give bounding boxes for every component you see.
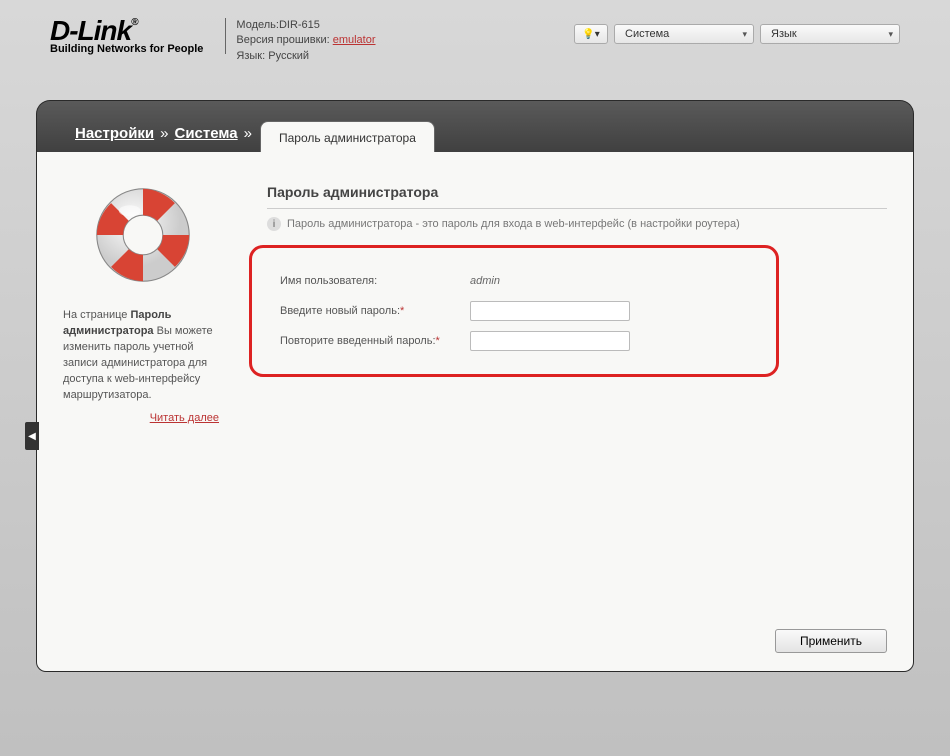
read-more-link[interactable]: Читать далее [63, 412, 223, 424]
row-username: Имя пользователя: admin [280, 266, 732, 296]
new-password-label: Введите новый пароль:* [280, 305, 470, 317]
sidebar-help-text: На странице Пароль администратора Вы мож… [63, 308, 223, 404]
section-divider [267, 208, 887, 209]
info-icon: i [267, 217, 281, 231]
system-dropdown[interactable]: Система ▾ [614, 24, 754, 44]
logo-text: D-Link® [50, 18, 203, 43]
main-panel: Настройки » Система » Пароль администрат… [36, 100, 914, 672]
repeat-password-input[interactable] [470, 331, 630, 351]
breadcrumb-system[interactable]: Система [174, 125, 237, 142]
apply-button[interactable]: Применить [775, 629, 887, 653]
panel-body: ◀ На странице Пароль администр [36, 152, 914, 672]
hint-toggle-button[interactable]: 💡 ▾ [574, 24, 608, 44]
breadcrumb: Настройки » Система » [75, 125, 252, 142]
hint-text: Пароль администратора - это пароль для в… [287, 218, 740, 230]
section-title: Пароль администратора [267, 184, 887, 200]
chevron-down-icon: ▾ [595, 29, 600, 40]
hint-row: i Пароль администратора - это пароль для… [267, 217, 887, 231]
new-password-input[interactable] [470, 301, 630, 321]
logo-block: D-Link® Building Networks for People Мод… [50, 18, 376, 64]
username-label: Имя пользователя: [280, 275, 470, 287]
header: D-Link® Building Networks for People Мод… [0, 0, 950, 100]
row-new-password: Введите новый пароль:* ✎ [280, 296, 732, 326]
sidebar: На странице Пароль администратора Вы мож… [63, 172, 223, 653]
panel-tabbar: Настройки » Система » Пароль администрат… [36, 100, 914, 152]
sidebar-toggle[interactable]: ◀ [25, 422, 39, 450]
apply-row: Применить [775, 629, 887, 653]
top-controls: 💡 ▾ Система ▾ Язык ▾ [574, 24, 900, 44]
header-divider [225, 18, 226, 54]
lightbulb-icon: 💡 [582, 29, 594, 40]
language-dropdown[interactable]: Язык ▾ [760, 24, 900, 44]
chevron-left-icon: ◀ [28, 431, 36, 442]
firmware-link[interactable]: emulator [333, 34, 376, 46]
chevron-down-icon: ▾ [888, 29, 893, 40]
help-icon [88, 180, 198, 290]
repeat-password-label: Повторите введенный пароль:* [280, 335, 470, 347]
tab-admin-password[interactable]: Пароль администратора [260, 121, 435, 153]
row-repeat-password: Повторите введенный пароль:* ✎ [280, 326, 732, 356]
logo-subtitle: Building Networks for People [50, 43, 203, 55]
content: Пароль администратора i Пароль администр… [243, 172, 887, 653]
logo: D-Link® Building Networks for People [50, 18, 203, 55]
model-info: Модель:DIR-615 Версия прошивки: emulator… [236, 18, 375, 64]
breadcrumb-settings[interactable]: Настройки [75, 125, 154, 142]
chevron-down-icon: ▾ [742, 29, 747, 40]
form-highlight-box: Имя пользователя: admin Введите новый па… [249, 245, 779, 377]
username-value: admin [470, 275, 500, 287]
